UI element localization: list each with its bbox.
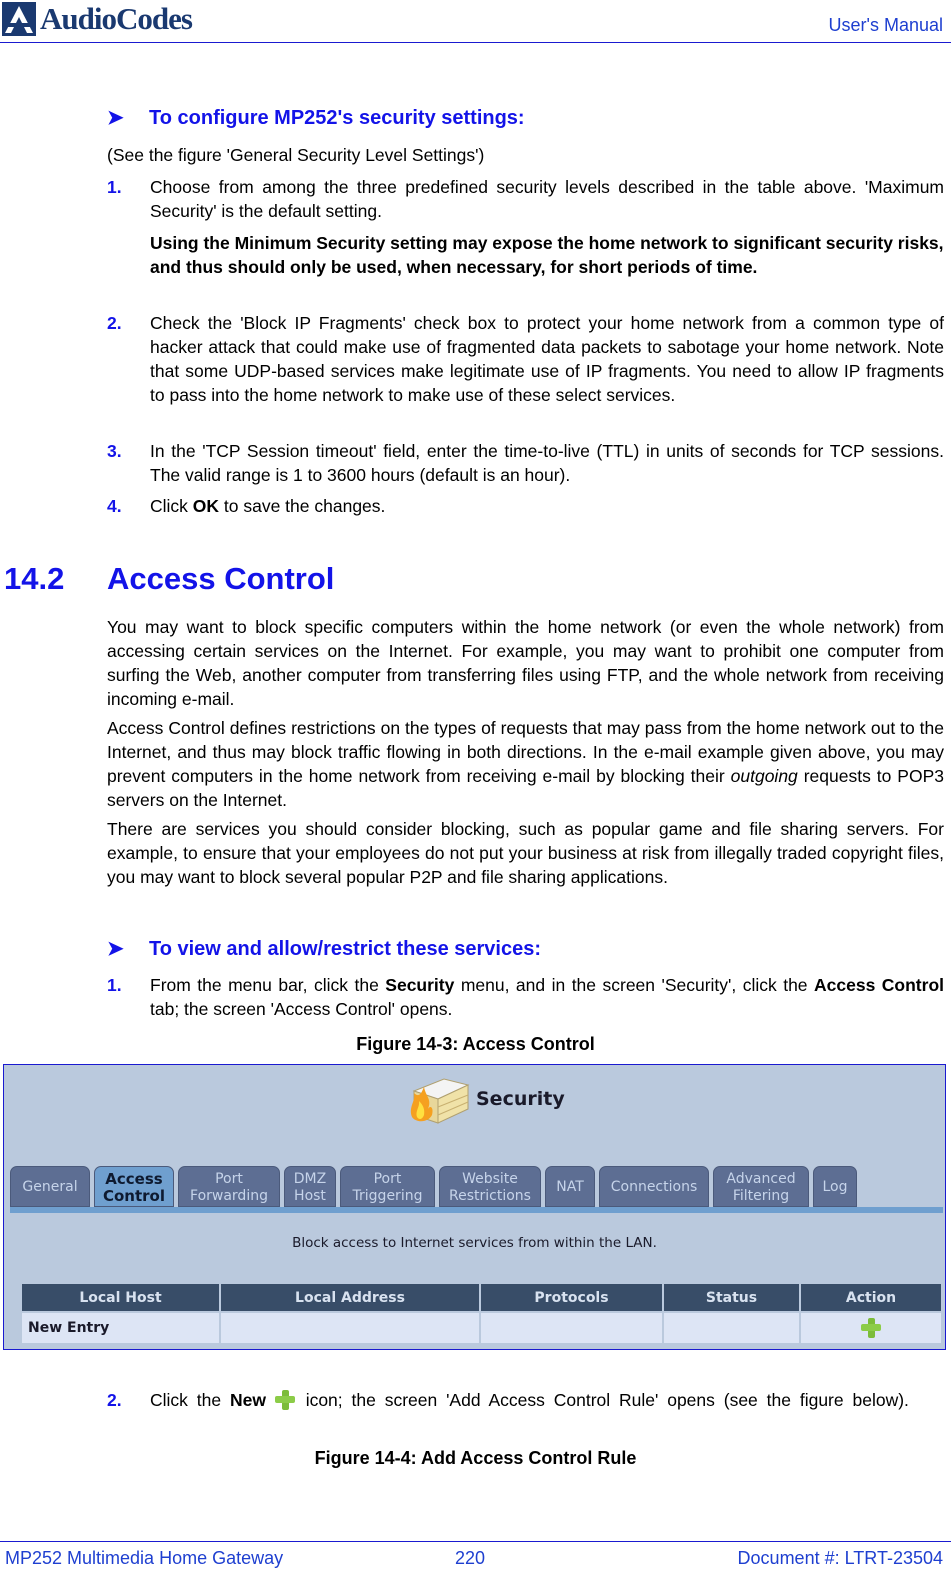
screen-description: Block access to Internet services from w… xyxy=(292,1235,657,1251)
tab-label: Connections xyxy=(610,1179,698,1195)
security-label: Security xyxy=(385,975,455,995)
table-row: New Entry xyxy=(22,1313,941,1343)
text: to save the changes. xyxy=(219,496,386,516)
text: From the menu bar, click the xyxy=(150,975,386,995)
tab-label: DMZ Host xyxy=(293,1170,327,1204)
tab-port-triggering[interactable]: Port Triggering xyxy=(340,1166,435,1207)
text: Click the xyxy=(150,1390,230,1410)
access-control-table: Local Host Local Address Protocols Statu… xyxy=(20,1282,943,1345)
section-heading: 14.2 Access Control xyxy=(4,561,334,597)
procedure-heading-text: To configure MP252's security settings: xyxy=(149,107,525,129)
tab-label: Advanced Filtering xyxy=(726,1170,796,1204)
step-text: Click the New icon; the screen 'Add Acce… xyxy=(150,1388,944,1412)
footer-divider xyxy=(0,1541,951,1542)
table-header-row: Local Host Local Address Protocols Statu… xyxy=(22,1284,941,1311)
procedure-heading-services: ➤ To view and allow/restrict these servic… xyxy=(107,936,541,961)
screen-title: Security xyxy=(404,1071,565,1127)
tab-label: General xyxy=(22,1179,78,1195)
paragraph-2: Access Control defines restrictions on t… xyxy=(107,716,944,812)
step-2: 2. Click the New icon; the screen 'Add A… xyxy=(107,1388,944,1412)
tab-nat[interactable]: NAT xyxy=(545,1166,595,1207)
step-2: 2. Check the 'Block IP Fragments' check … xyxy=(107,311,944,407)
tab-label: NAT xyxy=(556,1179,584,1195)
cell-protocols xyxy=(481,1313,662,1343)
column-header-status: Status xyxy=(664,1284,799,1311)
text: Click xyxy=(150,496,193,516)
tab-connections[interactable]: Connections xyxy=(599,1166,709,1207)
column-header-action: Action xyxy=(801,1284,941,1311)
cell-local-host[interactable]: New Entry xyxy=(22,1313,219,1343)
step-number: 1. xyxy=(107,975,122,995)
audiocodes-logo: AudioCodes xyxy=(2,1,193,37)
tab-label: Log xyxy=(822,1179,848,1195)
footer-document-number: Document #: LTRT-23504 xyxy=(737,1548,943,1568)
column-header-local-host: Local Host xyxy=(22,1284,219,1311)
figure-caption-14-4: Figure 14-4: Add Access Control Rule xyxy=(314,1448,637,1468)
tab-label: Access Control xyxy=(102,1169,165,1205)
step-text: Click OK to save the changes. xyxy=(150,494,944,518)
procedure-intro: (See the figure 'General Security Level … xyxy=(107,145,485,165)
step-number: 3. xyxy=(107,441,122,461)
arrow-bullet-icon: ➤ xyxy=(107,107,124,129)
procedure-heading-text: To view and allow/restrict these service… xyxy=(149,938,542,960)
procedure-heading-security: ➤ To configure MP252's security settings: xyxy=(107,105,525,130)
new-label: New xyxy=(229,1390,266,1410)
manual-title: User's Manual xyxy=(828,15,943,35)
ok-label: OK xyxy=(192,496,220,516)
tab-port-forwarding[interactable]: Port Forwarding xyxy=(178,1166,280,1207)
step-number: 2. xyxy=(107,313,122,333)
tab-label: Website Restrictions xyxy=(449,1170,531,1204)
step-1: 1. From the menu bar, click the Security… xyxy=(107,973,944,1021)
step-1: 1. Choose from among the three predefine… xyxy=(107,175,944,223)
access-control-label: Access Control xyxy=(814,975,944,995)
tab-log[interactable]: Log xyxy=(813,1166,857,1207)
step-3: 3. In the 'TCP Session timeout' field, e… xyxy=(107,439,944,487)
cell-action xyxy=(801,1313,941,1343)
step-text: From the menu bar, click the Security me… xyxy=(150,973,944,1021)
step-number: 1. xyxy=(107,177,122,197)
cell-local-address xyxy=(221,1313,479,1343)
paragraph-1: You may want to block specific computers… xyxy=(107,617,944,709)
text: tab; the screen 'Access Control' opens. xyxy=(150,999,453,1019)
logo-text: AudioCodes xyxy=(40,1,193,36)
step-text: In the 'TCP Session timeout' field, ente… xyxy=(150,441,944,485)
emphasis: outgoing xyxy=(730,766,798,786)
step-4: 4. Click OK to save the changes. xyxy=(107,494,944,518)
header-divider xyxy=(0,42,951,43)
text: menu, and in the screen 'Security', clic… xyxy=(454,975,815,995)
tab-strip xyxy=(10,1207,943,1213)
step-number: 2. xyxy=(107,1390,122,1410)
firewall-icon xyxy=(404,1071,470,1127)
access-control-screenshot: Security General Access Control Port Forwa… xyxy=(3,1064,946,1350)
column-header-local-address: Local Address xyxy=(221,1284,479,1311)
tab-label: Port Triggering xyxy=(352,1170,423,1204)
paragraph-3: There are services you should consider b… xyxy=(107,819,944,887)
section-number: 14.2 xyxy=(4,561,65,596)
column-header-protocols: Protocols xyxy=(481,1284,662,1311)
tab-label: Port Forwarding xyxy=(190,1170,268,1204)
tab-dmz-host[interactable]: DMZ Host xyxy=(284,1166,336,1207)
step-text: Choose from among the three predefined s… xyxy=(150,177,944,221)
cell-status xyxy=(664,1313,799,1343)
tab-bar: General Access Control Port Forwarding DMZ … xyxy=(10,1165,943,1207)
tab-advanced-filtering[interactable]: Advanced Filtering xyxy=(713,1166,809,1207)
step-number: 4. xyxy=(107,496,122,516)
section-title: Access Control xyxy=(107,561,335,596)
screen-title-text: Security xyxy=(476,1088,565,1110)
tab-general[interactable]: General xyxy=(10,1166,90,1207)
footer-page-number: 220 xyxy=(455,1548,486,1568)
add-icon[interactable] xyxy=(861,1318,881,1338)
tab-website-restrictions[interactable]: Website Restrictions xyxy=(439,1166,541,1207)
text: icon; the screen 'Add Access Control Rul… xyxy=(296,1390,909,1410)
warning-note: Using the Minimum Security setting may e… xyxy=(150,233,944,277)
figure-caption-14-3: Figure 14-3: Access Control xyxy=(356,1034,595,1054)
step-text: Check the 'Block IP Fragments' check box… xyxy=(150,313,944,405)
add-icon xyxy=(274,1390,297,1412)
footer-product: MP252 Multimedia Home Gateway xyxy=(5,1548,284,1568)
arrow-bullet-icon: ➤ xyxy=(107,938,124,960)
audiocodes-logo-icon xyxy=(2,2,36,36)
page-header: AudioCodes User's Manual xyxy=(0,0,951,44)
tab-access-control[interactable]: Access Control xyxy=(94,1166,174,1207)
